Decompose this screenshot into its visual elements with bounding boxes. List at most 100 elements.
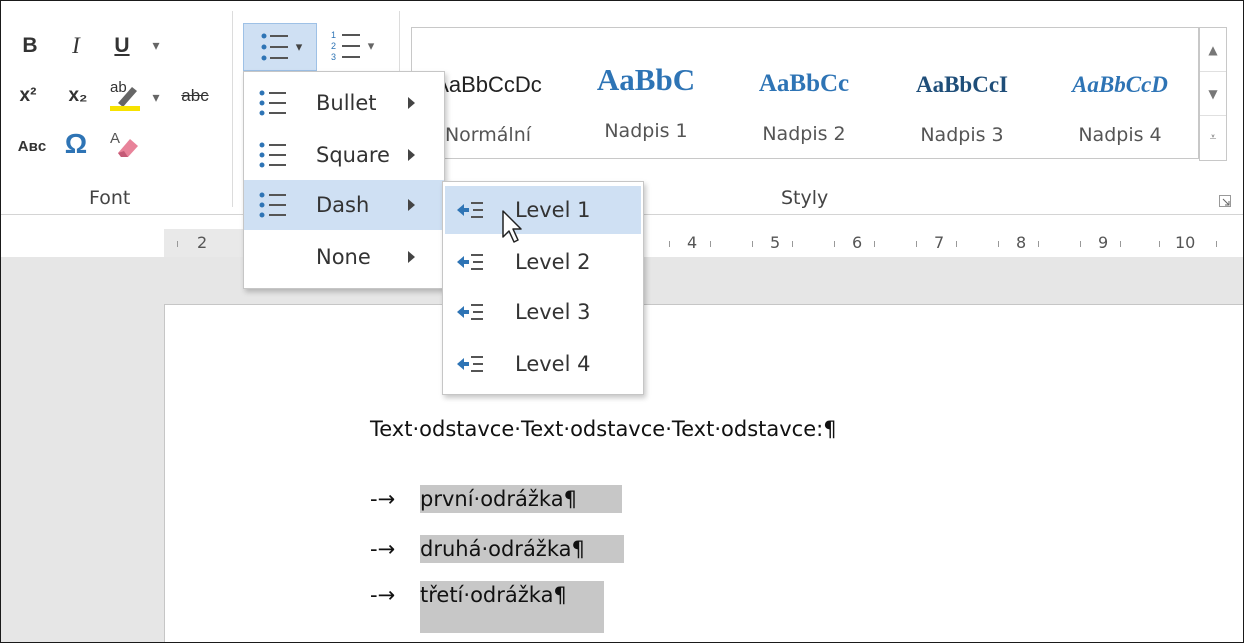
bullets-dropdown-arrow: ▾ [295,39,303,54]
level-submenu: Level 1 Level 2 Level 3 Level 4 [442,181,644,395]
clear-formatting-button[interactable]: A [105,125,145,161]
small-caps-label: Aʙc [17,137,47,155]
document-page[interactable] [164,304,1243,642]
menu-item-label: None [316,245,371,269]
subscript-label: x₂ [68,85,88,106]
style-sample: AaBbCc [758,70,850,97]
style-heading-2[interactable]: AaBbCc Nadpis 2 [728,28,880,156]
submenu-item-level-1[interactable]: Level 1 [445,186,641,234]
underline-dropdown-arrow[interactable]: ▾ [147,33,165,57]
styles-dialog-launcher[interactable] [1217,193,1233,209]
submenu-item-level-4[interactable]: Level 4 [445,340,641,388]
styles-gallery-scroll: ▲ ▼ ⩡ [1199,27,1227,161]
dash-bullet: -→ [370,537,396,561]
style-sample: AaBbCcI [915,72,1008,97]
ruler-number: 6 [852,233,863,252]
style-name: Nadpis 1 [604,120,688,142]
strikethrough-label: abc [181,86,209,105]
ruler-tick [669,241,670,247]
submenu-item-level-3[interactable]: Level 3 [445,288,641,336]
bold-label: B [22,34,38,57]
submenu-item-level-2[interactable]: Level 2 [445,238,641,286]
highlight-icon: ab [108,79,142,111]
svg-text:1: 1 [331,30,336,40]
ruler-tick [752,241,753,247]
menu-item-label: Dash [316,193,370,217]
highlight-dropdown-arrow[interactable]: ▾ [147,85,165,109]
ruler-tick [998,241,999,247]
dialog-launcher-icon [1219,195,1231,207]
bulleted-list-icon [261,33,288,61]
list-item-text: třetí·odrážka¶ [420,581,604,633]
style-heading-1[interactable]: AaBbC Nadpis 1 [570,28,722,156]
gallery-scroll-down-button[interactable]: ▼ [1200,72,1226,116]
level-indent-icon [457,202,483,218]
svg-text:3: 3 [331,52,336,62]
symbol-button[interactable]: Ω [59,127,93,161]
italic-button[interactable]: I [61,31,91,61]
svg-text:2: 2 [331,41,336,51]
ruler-tick [956,241,957,247]
word-window: B I U ▾ x² x₂ ab ▾ abc Aʙc Ω A Font ▾ 1 … [0,0,1244,643]
bullet-list-icon [259,90,286,116]
style-heading-4[interactable]: AaBbCcD Nadpis 4 [1044,28,1196,156]
list-item-text: druhá·odrážka¶ [420,535,624,563]
bullet-library-menu: Bullet Square Dash None [243,71,445,289]
level-indent-icon [457,254,483,270]
highlight-color-button[interactable]: ab [105,77,145,113]
menu-item-bullet[interactable]: Bullet [244,78,444,128]
ruler-tick [177,241,178,247]
chevron-down-icon: ▼ [1208,86,1218,101]
subscript-button[interactable]: x₂ [61,81,95,111]
ruler-number: 7 [934,233,945,252]
list-item-text: první·odrážka¶ [420,485,622,513]
strikethrough-button[interactable]: abc [173,81,217,111]
group-separator [232,11,233,207]
bullets-button[interactable]: ▾ [243,23,317,71]
svg-text:A: A [110,130,120,147]
dash-bullet: -→ [370,583,396,607]
ruler-tick [916,241,917,247]
list-item[interactable]: -→ první·odrážka¶ [370,485,622,513]
mouse-cursor-icon [502,210,522,243]
style-name: Nadpis 3 [920,124,1004,146]
ruler-number: 8 [1016,233,1027,252]
style-heading-3[interactable]: AaBbCcI Nadpis 3 [886,28,1038,156]
ruler-number: 4 [687,233,698,252]
ruler-number: 5 [770,233,781,252]
superscript-label: x² [19,85,37,106]
menu-item-dash[interactable]: Dash [244,180,444,230]
eraser-icon: A [110,130,138,157]
ruler-tick [1120,241,1121,247]
bold-button[interactable]: B [15,31,45,61]
submenu-arrow-icon [408,97,415,109]
chevron-up-icon: ▲ [1208,42,1218,57]
numbering-dropdown-arrow: ▾ [367,38,375,53]
style-sample: AaBbC [596,62,696,97]
menu-item-label: Bullet [316,91,377,115]
ruler-tick [1080,241,1081,247]
paragraph-text[interactable]: Text·odstavce·Text·odstavce·Text·odstavc… [370,417,837,441]
ruler-tick [834,241,835,247]
list-item[interactable]: -→ druhá·odrážka¶ [370,535,624,563]
submenu-arrow-icon [408,149,415,161]
menu-item-square[interactable]: Square [244,130,444,180]
underline-button[interactable]: U [107,31,137,61]
styles-group-label: Styly [781,187,829,209]
superscript-button[interactable]: x² [11,81,45,111]
small-caps-button[interactable]: Aʙc [11,131,53,161]
ruler-tick [1038,241,1039,247]
ruler-number: 2 [197,233,208,252]
styles-gallery: AaBbCcDc Normální AaBbC Nadpis 1 AaBbCc … [411,27,1199,159]
more-icon: ⩡ [1209,130,1217,144]
bullet-list-icon [259,192,286,218]
list-item[interactable]: -→ třetí·odrážka¶ [370,581,604,633]
numbering-button[interactable]: 1 2 3 ▾ [319,23,385,69]
italic-label: I [72,33,80,58]
gallery-scroll-up-button[interactable]: ▲ [1200,28,1226,72]
level-indent-icon [457,304,483,320]
ruler-number: 9 [1098,233,1109,252]
gallery-more-button[interactable]: ⩡ [1200,116,1226,159]
menu-item-none[interactable]: None [244,232,444,282]
style-name: Nadpis 2 [762,123,846,145]
